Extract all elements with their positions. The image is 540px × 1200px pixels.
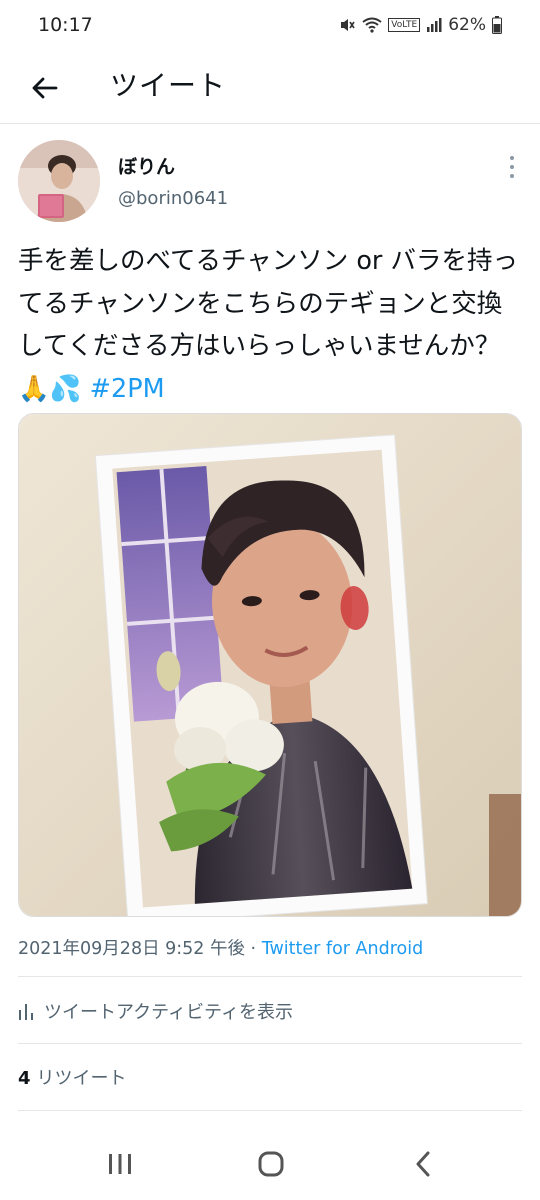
- divider: [18, 1110, 522, 1111]
- system-nav-bar: [0, 1128, 540, 1200]
- tweet-activity-label: ツイートアクティビティを表示: [44, 1002, 293, 1023]
- wifi-icon: [362, 17, 382, 33]
- tweet-author: ぼりん @borin0641: [18, 140, 522, 224]
- author-handle[interactable]: @borin0641: [118, 188, 228, 209]
- timestamp-text: 2021年09月28日 9:52 午後 ·: [18, 939, 262, 959]
- more-dot: [510, 165, 514, 169]
- status-time: 10:17: [38, 14, 93, 36]
- tweet-photo[interactable]: [18, 413, 522, 917]
- photo-image: [19, 414, 521, 916]
- tweet-timestamp: 2021年09月28日 9:52 午後 · Twitter for Androi…: [18, 935, 423, 960]
- avatar[interactable]: [18, 140, 100, 222]
- retweet-stats[interactable]: 4 リツイート: [18, 1064, 127, 1090]
- battery-icon: [492, 16, 502, 34]
- more-vertical-icon: [510, 156, 514, 160]
- signal-icon: [426, 17, 442, 33]
- more-options-button[interactable]: [502, 152, 522, 182]
- recents-button[interactable]: [100, 1146, 140, 1182]
- author-name[interactable]: ぼりん: [118, 152, 175, 179]
- more-dot: [510, 174, 514, 178]
- divider: [18, 1043, 522, 1044]
- status-icons: VoLTE 62%: [338, 15, 502, 35]
- arrow-left-icon: [32, 77, 58, 99]
- home-button[interactable]: [251, 1146, 291, 1182]
- tweet-text: 手を差しのべてるチャンソン or バラを持ってるチャンソンをこちらのテギョンと交…: [18, 240, 524, 410]
- mute-icon: [338, 16, 356, 34]
- back-chevron-icon: [416, 1151, 430, 1177]
- battery-percent: 62%: [448, 15, 486, 35]
- page-title: ツイート: [110, 69, 227, 102]
- back-button[interactable]: [22, 66, 66, 110]
- tweet-activity-button[interactable]: ツイートアクティビティを表示: [18, 998, 293, 1024]
- retweet-count: 4: [18, 1068, 31, 1089]
- volte-icon: VoLTE: [388, 18, 421, 32]
- source-link[interactable]: Twitter for Android: [262, 939, 424, 959]
- hashtag-link[interactable]: #2PM: [90, 374, 165, 404]
- app-header: ツイート: [0, 54, 540, 124]
- recents-icon: [109, 1154, 131, 1174]
- retweet-label: リツイート: [36, 1068, 127, 1089]
- bar-chart-icon: [19, 1004, 33, 1020]
- status-bar: 10:17 VoLTE 62%: [0, 0, 540, 54]
- nav-back-button[interactable]: [403, 1146, 443, 1182]
- home-icon: [258, 1151, 284, 1177]
- divider: [18, 976, 522, 977]
